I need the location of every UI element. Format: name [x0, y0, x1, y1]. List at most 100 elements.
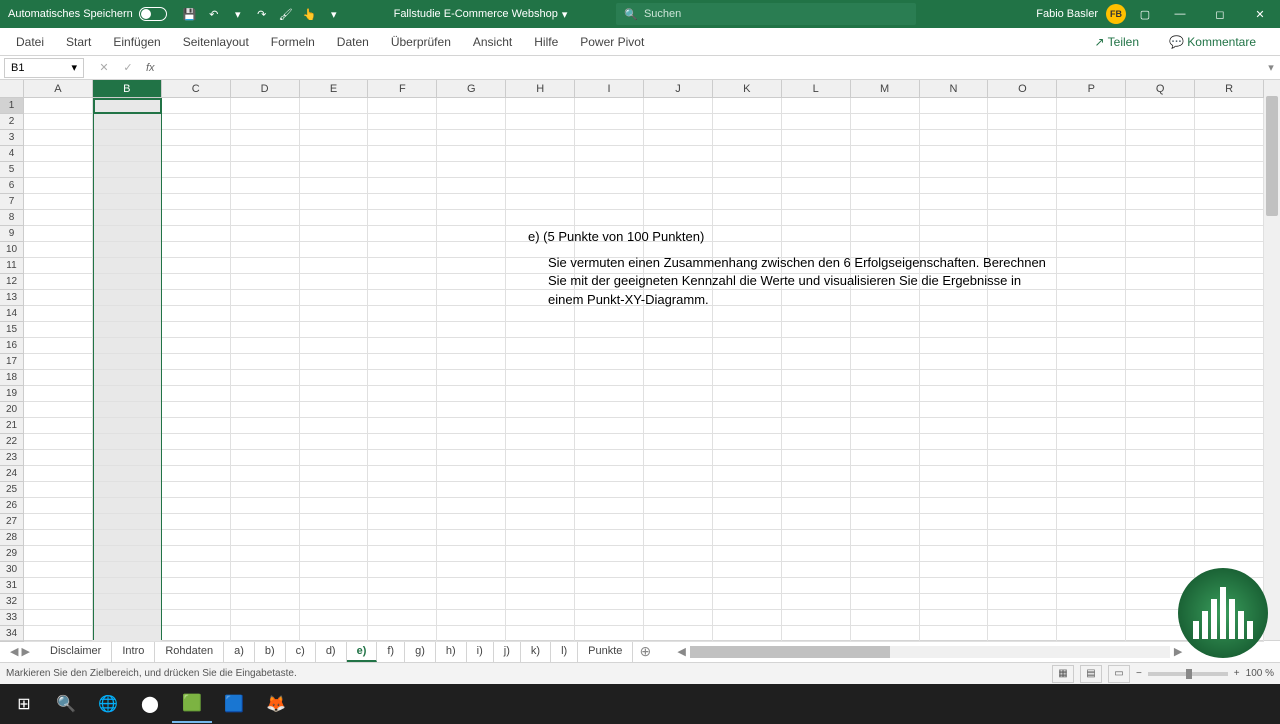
sheet-tab-Punkte[interactable]: Punkte: [578, 642, 633, 662]
sheet-tab-Rohdaten[interactable]: Rohdaten: [155, 642, 224, 662]
cell-J23[interactable]: [644, 450, 713, 466]
row-header-25[interactable]: 25: [0, 482, 24, 498]
column-header-K[interactable]: K: [713, 80, 782, 98]
cell-I1[interactable]: [575, 98, 644, 114]
cell-B25[interactable]: [93, 482, 162, 498]
cell-K4[interactable]: [713, 146, 782, 162]
row-header-6[interactable]: 6: [0, 178, 24, 194]
cell-N34[interactable]: [920, 626, 989, 642]
cell-L33[interactable]: [782, 610, 851, 626]
cell-B10[interactable]: [93, 242, 162, 258]
cell-M8[interactable]: [851, 210, 920, 226]
cell-D11[interactable]: [231, 258, 300, 274]
cell-A34[interactable]: [24, 626, 93, 642]
cell-L29[interactable]: [782, 546, 851, 562]
column-header-F[interactable]: F: [368, 80, 437, 98]
cell-C32[interactable]: [162, 594, 231, 610]
cell-L31[interactable]: [782, 578, 851, 594]
confirm-formula-icon[interactable]: ✓: [118, 61, 138, 74]
cell-A23[interactable]: [24, 450, 93, 466]
select-all-button[interactable]: [0, 80, 24, 98]
cell-A28[interactable]: [24, 530, 93, 546]
cell-H30[interactable]: [506, 562, 575, 578]
cell-K30[interactable]: [713, 562, 782, 578]
cell-N33[interactable]: [920, 610, 989, 626]
cell-B11[interactable]: [93, 258, 162, 274]
row-header-20[interactable]: 20: [0, 402, 24, 418]
cell-E30[interactable]: [300, 562, 369, 578]
cell-K20[interactable]: [713, 402, 782, 418]
cell-C4[interactable]: [162, 146, 231, 162]
cell-R22[interactable]: [1195, 434, 1264, 450]
cell-C19[interactable]: [162, 386, 231, 402]
cell-L34[interactable]: [782, 626, 851, 642]
column-header-E[interactable]: E: [300, 80, 369, 98]
cell-E10[interactable]: [300, 242, 369, 258]
cell-O16[interactable]: [988, 338, 1057, 354]
autosave-toggle[interactable]: Automatisches Speichern: [0, 7, 175, 21]
cell-J4[interactable]: [644, 146, 713, 162]
cell-F11[interactable]: [368, 258, 437, 274]
cell-B9[interactable]: [93, 226, 162, 242]
cell-F25[interactable]: [368, 482, 437, 498]
cell-D9[interactable]: [231, 226, 300, 242]
cell-R25[interactable]: [1195, 482, 1264, 498]
fx-label[interactable]: fx: [146, 62, 155, 74]
share-button[interactable]: ↗ Teilen: [1084, 31, 1149, 53]
cell-K29[interactable]: [713, 546, 782, 562]
column-header-A[interactable]: A: [24, 80, 93, 98]
user-avatar[interactable]: FB: [1106, 4, 1126, 24]
cell-J22[interactable]: [644, 434, 713, 450]
cell-B27[interactable]: [93, 514, 162, 530]
sheet-tab-Intro[interactable]: Intro: [112, 642, 155, 662]
cell-L7[interactable]: [782, 194, 851, 210]
row-header-21[interactable]: 21: [0, 418, 24, 434]
cell-I33[interactable]: [575, 610, 644, 626]
cell-J15[interactable]: [644, 322, 713, 338]
cell-P18[interactable]: [1057, 370, 1126, 386]
zoom-in-button[interactable]: +: [1234, 668, 1240, 679]
cell-Q27[interactable]: [1126, 514, 1195, 530]
cell-F6[interactable]: [368, 178, 437, 194]
vertical-scrollbar[interactable]: [1264, 80, 1280, 640]
cell-M19[interactable]: [851, 386, 920, 402]
cell-H18[interactable]: [506, 370, 575, 386]
cell-G5[interactable]: [437, 162, 506, 178]
cell-C30[interactable]: [162, 562, 231, 578]
cell-N6[interactable]: [920, 178, 989, 194]
row-header-32[interactable]: 32: [0, 594, 24, 610]
cell-H1[interactable]: [506, 98, 575, 114]
sheet-tab-c[interactable]: c): [286, 642, 316, 662]
cell-M16[interactable]: [851, 338, 920, 354]
cell-M7[interactable]: [851, 194, 920, 210]
cell-I15[interactable]: [575, 322, 644, 338]
cell-G29[interactable]: [437, 546, 506, 562]
cell-D24[interactable]: [231, 466, 300, 482]
touch-icon[interactable]: 👆: [299, 3, 321, 25]
cell-M18[interactable]: [851, 370, 920, 386]
cell-F32[interactable]: [368, 594, 437, 610]
cell-J18[interactable]: [644, 370, 713, 386]
cell-E13[interactable]: [300, 290, 369, 306]
cell-G28[interactable]: [437, 530, 506, 546]
cell-R12[interactable]: [1195, 274, 1264, 290]
cell-N7[interactable]: [920, 194, 989, 210]
cell-H16[interactable]: [506, 338, 575, 354]
cell-M6[interactable]: [851, 178, 920, 194]
cell-J27[interactable]: [644, 514, 713, 530]
cell-R21[interactable]: [1195, 418, 1264, 434]
cancel-formula-icon[interactable]: ✕: [94, 61, 114, 74]
cell-G7[interactable]: [437, 194, 506, 210]
ribbon-tab-daten[interactable]: Daten: [327, 31, 379, 53]
cell-F7[interactable]: [368, 194, 437, 210]
cell-M1[interactable]: [851, 98, 920, 114]
cell-I4[interactable]: [575, 146, 644, 162]
cell-M4[interactable]: [851, 146, 920, 162]
cell-J5[interactable]: [644, 162, 713, 178]
cell-D31[interactable]: [231, 578, 300, 594]
obs-button[interactable]: ⬤: [130, 685, 170, 723]
row-header-12[interactable]: 12: [0, 274, 24, 290]
cell-E18[interactable]: [300, 370, 369, 386]
cell-O27[interactable]: [988, 514, 1057, 530]
cell-B26[interactable]: [93, 498, 162, 514]
